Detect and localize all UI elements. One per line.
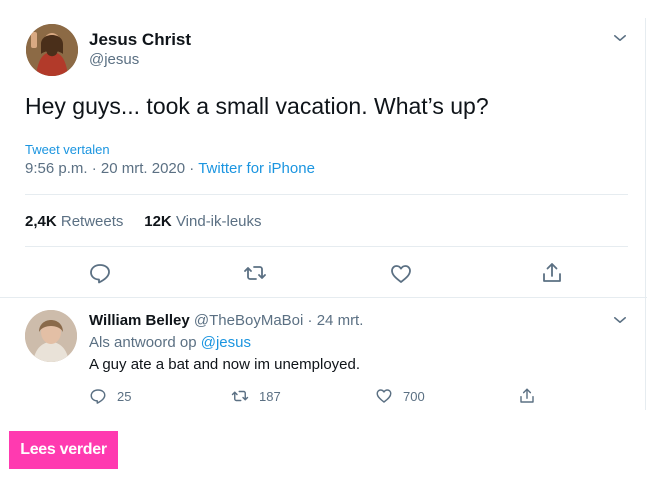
like-icon[interactable] — [375, 387, 393, 405]
meta-separator: · — [307, 312, 313, 329]
reply-retweet-action[interactable]: 187 — [231, 386, 281, 406]
card-border — [645, 18, 646, 410]
tweet-stats: 2,4K Retweets 12K Vind-ik-leuks — [25, 213, 262, 230]
reply-text: A guy ate a bat and now im unemployed. — [89, 356, 361, 373]
replying-prefix: Als antwoord op — [89, 334, 197, 351]
share-icon[interactable] — [518, 387, 536, 405]
retweet-icon[interactable] — [231, 387, 249, 405]
chevron-down-icon[interactable] — [611, 29, 629, 47]
retweet-count: 187 — [259, 388, 281, 404]
like-count: 700 — [403, 388, 425, 404]
reply-icon[interactable] — [89, 387, 107, 405]
tweet-time[interactable]: 9:56 p.m. — [25, 160, 88, 177]
replying-to-link[interactable]: @jesus — [201, 334, 251, 351]
read-more-button[interactable]: Lees verder — [9, 431, 118, 469]
tweet-meta: 9:56 p.m. · 20 mrt. 2020 · Twitter for i… — [25, 160, 315, 177]
translate-link[interactable]: Tweet vertalen — [25, 142, 110, 157]
likes-stat[interactable]: 12K Vind-ik-leuks — [144, 213, 261, 230]
retweets-stat[interactable]: 2,4K Retweets — [25, 213, 123, 230]
author-avatar[interactable] — [26, 24, 78, 76]
tweet-date[interactable]: 20 mrt. 2020 — [101, 160, 185, 177]
share-icon[interactable] — [540, 261, 564, 285]
author-handle[interactable]: @jesus — [89, 51, 139, 68]
tweet-text: Hey guys... took a small vacation. What’… — [25, 93, 489, 119]
likes-count: 12K — [144, 213, 172, 230]
retweets-count: 2,4K — [25, 213, 57, 230]
tweet-card: Jesus Christ @jesus Hey guys... took a s… — [0, 0, 647, 412]
tweet-source[interactable]: Twitter for iPhone — [198, 160, 315, 177]
chevron-down-icon[interactable] — [611, 311, 629, 329]
reply-reply-action[interactable]: 25 — [89, 386, 131, 406]
meta-separator: · — [91, 160, 97, 177]
meta-separator: · — [189, 160, 195, 177]
reply-author-name[interactable]: William Belley — [89, 312, 190, 329]
divider — [0, 297, 647, 298]
reply-author-line: William Belley @TheBoyMaBoi · 24 mrt. — [89, 312, 363, 329]
retweets-label: Retweets — [60, 213, 124, 230]
reply-date[interactable]: 24 mrt. — [317, 312, 364, 329]
reply-icon[interactable] — [88, 261, 112, 285]
divider — [25, 246, 628, 247]
reply-like-action[interactable]: 700 — [375, 386, 425, 406]
likes-label: Vind-ik-leuks — [175, 213, 262, 230]
reply-share-action[interactable] — [518, 386, 536, 406]
author-name[interactable]: Jesus Christ — [89, 30, 191, 50]
reply-author-avatar[interactable] — [25, 310, 77, 362]
replying-to: Als antwoord op @jesus — [89, 334, 251, 351]
reply-count: 25 — [117, 388, 132, 404]
divider — [25, 194, 628, 195]
like-icon[interactable] — [389, 262, 413, 286]
reply-author-handle[interactable]: @TheBoyMaBoi — [194, 312, 303, 329]
retweet-icon[interactable] — [243, 261, 267, 285]
